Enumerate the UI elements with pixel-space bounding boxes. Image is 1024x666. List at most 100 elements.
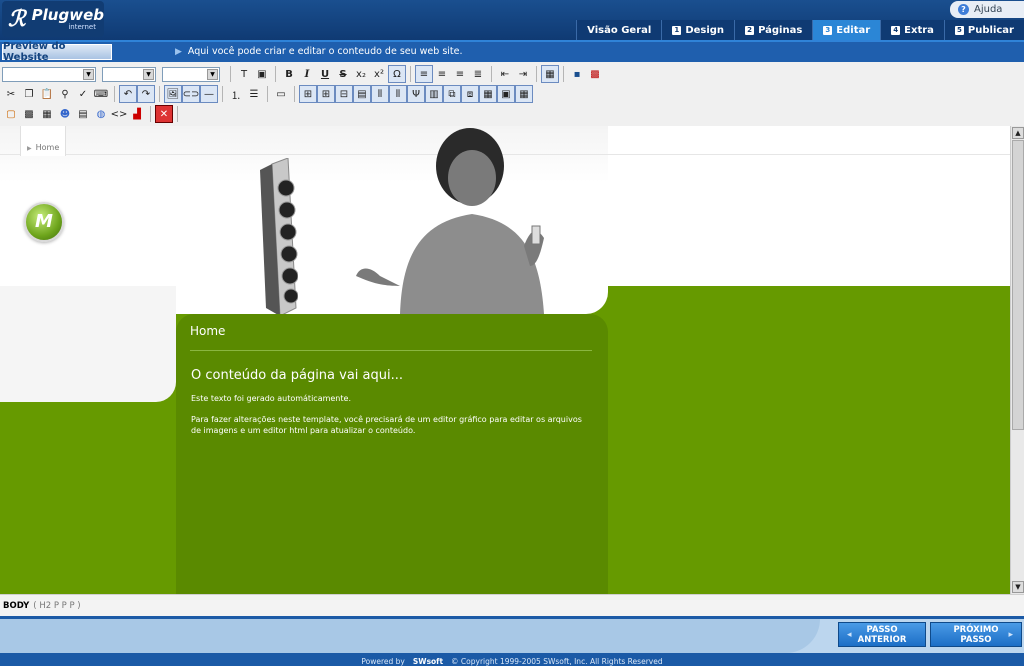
insert-col-after-icon[interactable]: ⫴ (389, 85, 407, 103)
insert-row-before-icon[interactable]: ⊞ (299, 85, 317, 103)
toolbar-row-2: ✂ ❐ 📋 ⚲ ✓ ⌨ ↶ ↷ 🖼 ⊂⊃ — ⒈ ☰ ▭ ⊞ ⊞ ⊟ ▤ ⫴ ⫴… (2, 84, 533, 104)
scroll-down-icon[interactable]: ▼ (1012, 581, 1024, 593)
close-icon[interactable]: ✕ (155, 105, 173, 123)
bg-color-icon[interactable]: ▣ (253, 65, 271, 83)
logo-title: Plugweb (31, 6, 104, 24)
paste-icon[interactable]: 📋 (38, 85, 56, 103)
save-icon[interactable]: ▪ (568, 65, 586, 83)
font-select[interactable]: ▼ (102, 66, 156, 82)
previous-step-button[interactable]: ◂ PASSO ANTERIOR (838, 622, 926, 647)
horizontal-rule-icon[interactable]: — (200, 85, 218, 103)
content-title: Home (190, 324, 226, 338)
underline-icon[interactable]: U (316, 65, 334, 83)
align-left-icon[interactable]: ≡ (415, 65, 433, 83)
table-borders-icon[interactable]: ▦ (541, 65, 559, 83)
cut-icon[interactable]: ✂ (2, 85, 20, 103)
copyright-bar: Powered by SWsoft © Copyright 1999-2005 … (0, 653, 1024, 666)
outdent-icon[interactable]: ⇤ (496, 65, 514, 83)
scroll-thumb[interactable] (1012, 140, 1024, 430)
tab-design[interactable]: 1 Design (661, 20, 735, 40)
strikethrough-icon[interactable]: S (334, 65, 352, 83)
media-icon[interactable]: ▩ (20, 105, 38, 123)
chevron-down-icon: ▼ (143, 68, 154, 80)
source-code-icon[interactable]: <> (110, 105, 128, 123)
status-path[interactable]: ( H2 P P P ) (33, 601, 80, 611)
ordered-list-icon[interactable]: ⒈ (227, 85, 245, 103)
breadcrumb[interactable]: ▶ Home (20, 126, 66, 156)
sub-bar: Preview do Website ▶ Aqui você pode cria… (0, 40, 1024, 63)
swsoft-logo: SWsoft (412, 656, 444, 666)
divider (190, 350, 592, 351)
indent-icon[interactable]: ⇥ (514, 65, 532, 83)
main-tabs: Visão Geral 1 Design 2 Páginas 3 Editar … (576, 20, 1024, 40)
align-right-icon[interactable]: ≡ (451, 65, 469, 83)
copyright-text: © Copyright 1999-2005 SWsoft, Inc. All R… (451, 656, 663, 666)
table-layout-icon[interactable]: ▣ (497, 85, 515, 103)
insert-image-icon[interactable]: 🖼 (164, 85, 182, 103)
speaker-image (260, 158, 298, 317)
tab-extra[interactable]: 4 Extra (880, 20, 944, 40)
insert-link-icon[interactable]: ⊂⊃ (182, 85, 200, 103)
insert-col-before-icon[interactable]: ⫴ (371, 85, 389, 103)
text-color-icon[interactable]: T (235, 65, 253, 83)
status-body-tag[interactable]: BODY (3, 601, 29, 611)
powered-by-label: Powered by (361, 656, 405, 666)
spellcheck-icon[interactable]: ✓ (74, 85, 92, 103)
table-grid-icon[interactable]: ▦ (515, 85, 533, 103)
info-arrow-icon: ▶ (175, 46, 182, 57)
chart-icon[interactable]: ▟ (128, 105, 146, 123)
tab-paginas[interactable]: 2 Páginas (734, 20, 813, 40)
help-link[interactable]: ? Ajuda (950, 1, 1024, 18)
italic-icon[interactable]: I (298, 65, 316, 83)
chevron-down-icon: ▼ (207, 68, 218, 80)
logo-icon: ℛ (8, 6, 26, 32)
editor-canvas[interactable]: ▶ Home M Home O conteúdo da página vai a… (0, 126, 1010, 594)
gallery-icon[interactable]: ▦ (38, 105, 56, 123)
vertical-scrollbar[interactable]: ▲ ▼ (1010, 126, 1024, 594)
globe-icon[interactable]: ◍ (92, 105, 110, 123)
align-center-icon[interactable]: ≡ (433, 65, 451, 83)
element-path-bar: BODY ( H2 P P P ) (0, 594, 1024, 616)
cell-props-icon[interactable]: ▥ (425, 85, 443, 103)
preview-website-button[interactable]: Preview do Website (2, 41, 112, 63)
copy-icon[interactable]: ❐ (20, 85, 38, 103)
row-props-icon[interactable]: ▤ (353, 85, 371, 103)
next-step-button[interactable]: PRÓXIMO PASSO ▸ (930, 622, 1022, 647)
size-select[interactable]: ▼ (162, 66, 220, 82)
person-photo (356, 128, 544, 314)
content-heading: O conteúdo da página vai aqui... (191, 368, 404, 383)
bold-icon[interactable]: B (280, 65, 298, 83)
split-cell-icon[interactable]: ⧉ (443, 85, 461, 103)
instruction-text: Aqui você pode criar e editar o conteudo… (187, 46, 463, 57)
form-icon[interactable]: ▢ (2, 105, 20, 123)
content-area[interactable]: Home O conteúdo da página vai aqui... Es… (176, 314, 608, 594)
preview-icon[interactable]: ▩ (586, 65, 604, 83)
redo-icon[interactable]: ↷ (137, 85, 155, 103)
users-icon[interactable]: ☻ (56, 105, 74, 123)
delete-col-icon[interactable]: Ψ (407, 85, 425, 103)
tab-visao-geral[interactable]: Visão Geral (576, 20, 662, 40)
merge-cells-icon[interactable]: ⧈ (461, 85, 479, 103)
scroll-up-icon[interactable]: ▲ (1012, 127, 1024, 139)
m-logo-icon: M (24, 202, 64, 242)
insert-row-after-icon[interactable]: ⊞ (317, 85, 335, 103)
delete-row-icon[interactable]: ⊟ (335, 85, 353, 103)
content-paragraph-1: Este texto foi gerado automáticamente. (191, 394, 351, 403)
document-icon[interactable]: ▤ (74, 105, 92, 123)
keyboard-icon[interactable]: ⌨ (92, 85, 110, 103)
help-label: Ajuda (974, 4, 1003, 15)
unordered-list-icon[interactable]: ☰ (245, 85, 263, 103)
align-justify-icon[interactable]: ≣ (469, 65, 487, 83)
superscript-icon[interactable]: x² (370, 65, 388, 83)
plugweb-logo[interactable]: ℛ Plugweb internet (2, 1, 104, 37)
content-paragraph-2: Para fazer alterações neste template, vo… (191, 415, 582, 435)
special-char-icon[interactable]: Ω (388, 65, 406, 83)
find-icon[interactable]: ⚲ (56, 85, 74, 103)
undo-icon[interactable]: ↶ (119, 85, 137, 103)
table-props-icon[interactable]: ▦ (479, 85, 497, 103)
insert-table-icon[interactable]: ▭ (272, 85, 290, 103)
format-select[interactable]: ▼ (2, 66, 96, 82)
subscript-icon[interactable]: x₂ (352, 65, 370, 83)
tab-editar[interactable]: 3 Editar (812, 20, 881, 40)
tab-publicar[interactable]: 5 Publicar (943, 20, 1024, 40)
